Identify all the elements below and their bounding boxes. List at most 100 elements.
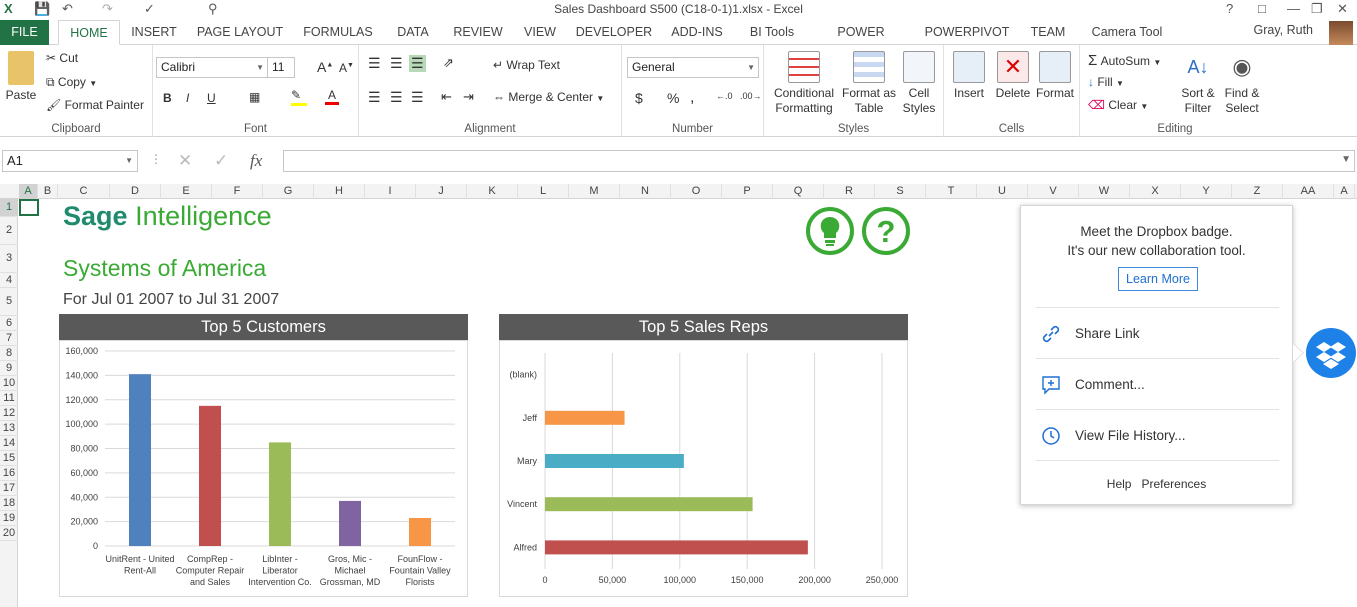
font-name-select[interactable]: Calibri ▼ (156, 57, 268, 78)
column-header[interactable]: AA (1283, 184, 1334, 199)
learn-more-button[interactable]: Learn More (1118, 267, 1198, 291)
row-header[interactable]: 15 (0, 451, 18, 466)
view-file-history-item[interactable]: View File History... (1075, 428, 1186, 443)
align-left-icon[interactable]: ☰ (368, 89, 381, 106)
format-painter-button[interactable]: 🖌 Format Painter (46, 98, 144, 112)
tab-camera-tool[interactable]: Camera Tool (1084, 20, 1170, 45)
delete-cells-button[interactable]: ✕ Delete (992, 51, 1034, 101)
bold-button[interactable]: B (163, 91, 172, 105)
row-header[interactable]: 11 (0, 391, 18, 406)
underline-button[interactable]: U (207, 91, 216, 105)
column-header[interactable]: B (38, 184, 58, 199)
column-header[interactable]: P (722, 184, 773, 199)
find-select-button[interactable]: ◉ Find & Select (1220, 51, 1264, 116)
increase-decimal-icon[interactable]: ←.0 (716, 91, 733, 101)
share-link-item[interactable]: Share Link (1075, 326, 1140, 341)
tab-view[interactable]: VIEW (520, 20, 560, 45)
align-top-icon[interactable]: ☰ (368, 55, 381, 72)
column-header[interactable]: J (416, 184, 467, 199)
row-header[interactable]: 4 (0, 273, 18, 288)
confirm-entry-icon[interactable]: ✓ (214, 151, 228, 171)
copy-button[interactable]: ⧉ Copy ▼ (46, 75, 97, 90)
sort-filter-button[interactable]: A↓ Sort & Filter (1176, 51, 1220, 116)
chart-sales-reps[interactable]: 0 50,000 100,000 150,000 200,000 250,000 (blan… (499, 340, 908, 597)
formula-input[interactable]: ▼ (283, 150, 1355, 172)
cancel-entry-icon[interactable]: ✕ (178, 151, 192, 171)
row-header[interactable]: 1 (0, 199, 18, 217)
column-header[interactable]: D (110, 184, 161, 199)
align-right-icon[interactable]: ☰ (411, 89, 424, 106)
tab-powerpivot[interactable]: POWERPIVOT (922, 20, 1012, 45)
decrease-indent-icon[interactable]: ⇤ (441, 89, 452, 105)
help-button[interactable]: ? (1226, 1, 1233, 16)
name-box[interactable]: A1 ▼ (2, 150, 138, 172)
column-header[interactable]: W (1079, 184, 1130, 199)
wrap-text-button[interactable]: ↵ Wrap Text (493, 58, 560, 72)
number-format-select[interactable]: General ▼ (627, 57, 759, 78)
row-header[interactable]: 19 (0, 511, 18, 526)
tab-review[interactable]: REVIEW (450, 20, 506, 45)
lightbulb-icon[interactable] (806, 207, 854, 255)
fill-button[interactable]: ↓ Fill ▼ (1088, 75, 1124, 89)
row-header[interactable]: 14 (0, 436, 18, 451)
row-header[interactable]: 9 (0, 361, 18, 376)
column-header[interactable]: H (314, 184, 365, 199)
insert-function-icon[interactable]: fx (250, 151, 262, 171)
row-header[interactable]: 17 (0, 481, 18, 496)
preferences-link[interactable]: Preferences (1142, 477, 1207, 491)
align-center-icon[interactable]: ☰ (390, 89, 403, 106)
cut-button[interactable]: ✂ Cut (46, 51, 78, 65)
format-cells-button[interactable]: Format (1034, 51, 1076, 101)
help-circle-icon[interactable]: ? (862, 207, 910, 255)
tab-developer[interactable]: DEVELOPER (574, 20, 654, 45)
percent-button[interactable]: % (667, 90, 679, 106)
tab-formulas[interactable]: FORMULAS (300, 20, 376, 45)
align-bottom-icon[interactable]: ☰ (409, 55, 426, 72)
row-header[interactable]: 8 (0, 346, 18, 361)
user-name[interactable]: Gray, Ruth (1253, 23, 1313, 37)
chart-customers[interactable]: 0 20,000 40,000 60,000 80,000 100,000 120,000 1… (59, 340, 468, 597)
tab-team[interactable]: TEAM (1026, 20, 1070, 45)
orientation-icon[interactable]: ⇗ (443, 55, 454, 71)
cell-styles-button[interactable]: Cell Styles (898, 51, 940, 116)
tab-home[interactable]: HOME (58, 20, 120, 45)
align-middle-icon[interactable]: ☰ (390, 55, 403, 72)
column-header[interactable]: X (1130, 184, 1181, 199)
column-header[interactable]: T (926, 184, 977, 199)
tab-page-layout[interactable]: PAGE LAYOUT (194, 20, 286, 45)
column-header[interactable]: A (1334, 184, 1355, 199)
row-header[interactable]: 10 (0, 376, 18, 391)
column-header[interactable]: V (1028, 184, 1079, 199)
column-header[interactable]: Z (1232, 184, 1283, 199)
tab-add-ins[interactable]: ADD-INS (666, 20, 728, 45)
column-header[interactable]: R (824, 184, 875, 199)
column-header[interactable]: L (518, 184, 569, 199)
clear-button[interactable]: ⌫ Clear ▼ (1088, 98, 1148, 112)
column-header[interactable]: Q (773, 184, 824, 199)
close-icon[interactable]: ✕ (1337, 1, 1348, 17)
row-header[interactable]: 16 (0, 466, 18, 481)
paste-button[interactable]: Paste (4, 51, 38, 103)
row-header[interactable]: 5 (0, 288, 18, 316)
font-size-select[interactable]: 11 (267, 57, 295, 78)
column-header[interactable]: Y (1181, 184, 1232, 199)
decrease-decimal-icon[interactable]: .00→ (740, 91, 762, 101)
row-header[interactable]: 7 (0, 331, 18, 346)
active-cell-a1[interactable] (19, 199, 39, 216)
column-header[interactable]: G (263, 184, 314, 199)
column-header[interactable]: E (161, 184, 212, 199)
help-link[interactable]: Help (1107, 477, 1132, 491)
row-header[interactable]: 3 (0, 245, 18, 273)
row-header[interactable]: 2 (0, 217, 18, 245)
column-header[interactable]: I (365, 184, 416, 199)
tab-bi-tools[interactable]: BI Tools (742, 20, 802, 45)
format-as-table-button[interactable]: Format as Table (840, 51, 898, 116)
insert-cells-button[interactable]: Insert (948, 51, 990, 101)
row-header[interactable]: 20 (0, 526, 18, 541)
font-color-icon[interactable]: A (325, 88, 339, 105)
column-header[interactable]: M (569, 184, 620, 199)
row-header[interactable]: 12 (0, 406, 18, 421)
restore-icon[interactable]: ❐ (1311, 1, 1323, 17)
column-header[interactable]: K (467, 184, 518, 199)
column-header[interactable]: C (58, 184, 110, 199)
